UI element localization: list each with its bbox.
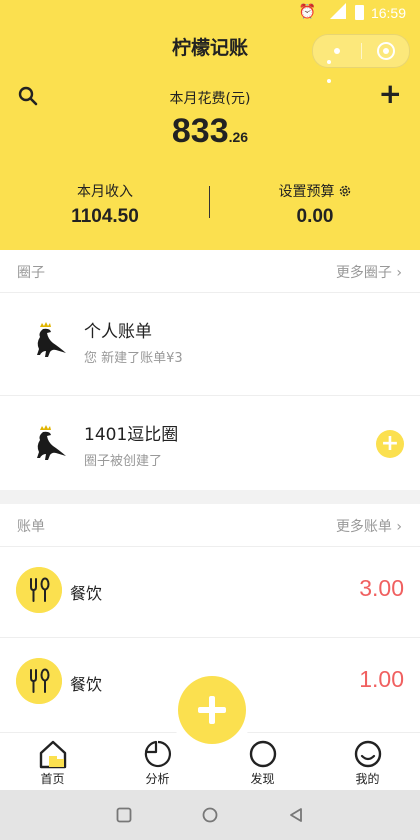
tab-label[interactable]: 分析 bbox=[105, 770, 210, 787]
circle-item[interactable]: 1401逗比圈 圈子被创建了 + bbox=[0, 395, 420, 498]
dinosaur-avatar-icon bbox=[37, 322, 66, 357]
profile-icon[interactable] bbox=[353, 739, 383, 769]
dinosaur-avatar-icon bbox=[37, 425, 66, 460]
tab-profile[interactable]: 我的 bbox=[315, 733, 420, 791]
mini-program-capsule[interactable] bbox=[312, 34, 410, 83]
tab-home[interactable]: 首页 bbox=[0, 733, 105, 791]
budget-label[interactable]: 设置预算 bbox=[279, 184, 335, 200]
target-icon[interactable] bbox=[377, 42, 395, 60]
income-value: 1104.50 bbox=[71, 206, 139, 227]
status-time: 16:59 bbox=[370, 5, 406, 21]
status-bar-overlay: ⏰ 16:59 bbox=[0, 0, 420, 26]
home-icon[interactable] bbox=[38, 739, 68, 769]
budget-label-row[interactable]: 设置预算 bbox=[210, 181, 420, 201]
income-label: 本月收入 bbox=[77, 184, 133, 200]
circle-item[interactable]: 个人账单 您 新建了账单¥3 bbox=[0, 292, 420, 395]
spend-label: 本月花费(元) bbox=[169, 91, 251, 107]
circles-section: 圈子 更多圈子 › 个人账单 您 新建了账单¥3 1401逗比圈 圈子被创建了 … bbox=[0, 250, 420, 490]
add-bill-button[interactable] bbox=[178, 676, 246, 744]
bill-category: 餐饮 bbox=[70, 584, 103, 603]
income-block: 本月收入 1104.50 bbox=[0, 181, 210, 228]
more-circles-label[interactable]: 更多圈子 bbox=[336, 265, 392, 281]
alarm-icon: ⏰ bbox=[298, 4, 316, 20]
bill-category: 餐饮 bbox=[70, 675, 103, 694]
tab-label[interactable]: 我的 bbox=[315, 770, 420, 787]
back-nav-icon[interactable] bbox=[288, 807, 304, 823]
more-bills-link[interactable]: 更多账单 › bbox=[336, 516, 402, 536]
gear-icon[interactable] bbox=[338, 184, 352, 198]
add-bill-fab-wrap bbox=[170, 668, 254, 752]
analysis-icon[interactable] bbox=[143, 739, 173, 769]
circles-title: 圈子 bbox=[17, 265, 45, 281]
circle-name: 1401逗比圈 bbox=[84, 425, 179, 445]
circle-name: 个人账单 bbox=[84, 322, 152, 342]
bills-header: 账单 更多账单 › bbox=[0, 504, 420, 546]
utensils-icon bbox=[16, 658, 62, 704]
signal-icon bbox=[330, 3, 346, 19]
circle-subtitle: 圈子被创建了 bbox=[84, 454, 163, 469]
spend-amount: 833.26 bbox=[0, 112, 420, 151]
more-bills-label[interactable]: 更多账单 bbox=[336, 519, 392, 535]
system-nav-bar bbox=[0, 790, 420, 840]
utensils-icon bbox=[16, 567, 62, 613]
budget-value: 0.00 bbox=[296, 206, 334, 227]
budget-block[interactable]: 设置预算 0.00 bbox=[210, 181, 420, 228]
bill-amount: 3.00 bbox=[359, 575, 404, 601]
capsule-divider bbox=[361, 43, 362, 59]
home-nav-icon[interactable] bbox=[202, 807, 218, 823]
tab-label[interactable]: 首页 bbox=[0, 770, 105, 787]
tab-label[interactable]: 发现 bbox=[210, 770, 315, 787]
battery-icon bbox=[355, 5, 364, 20]
more-icon[interactable] bbox=[327, 48, 345, 83]
spend-decimal: .26 bbox=[228, 129, 249, 145]
discover-icon[interactable] bbox=[248, 739, 278, 769]
add-to-circle-button[interactable]: + bbox=[376, 430, 404, 458]
circle-subtitle: 您 新建了账单¥3 bbox=[84, 351, 183, 366]
bill-item[interactable]: 餐饮 3.00 bbox=[0, 546, 420, 637]
circles-header: 圈子 更多圈子 › bbox=[0, 250, 420, 292]
bills-title: 账单 bbox=[17, 519, 45, 535]
recent-apps-icon[interactable] bbox=[116, 807, 132, 823]
spend-integer: 833 bbox=[171, 112, 229, 150]
bill-amount: 1.00 bbox=[359, 666, 404, 692]
more-circles-link[interactable]: 更多圈子 › bbox=[336, 262, 402, 282]
